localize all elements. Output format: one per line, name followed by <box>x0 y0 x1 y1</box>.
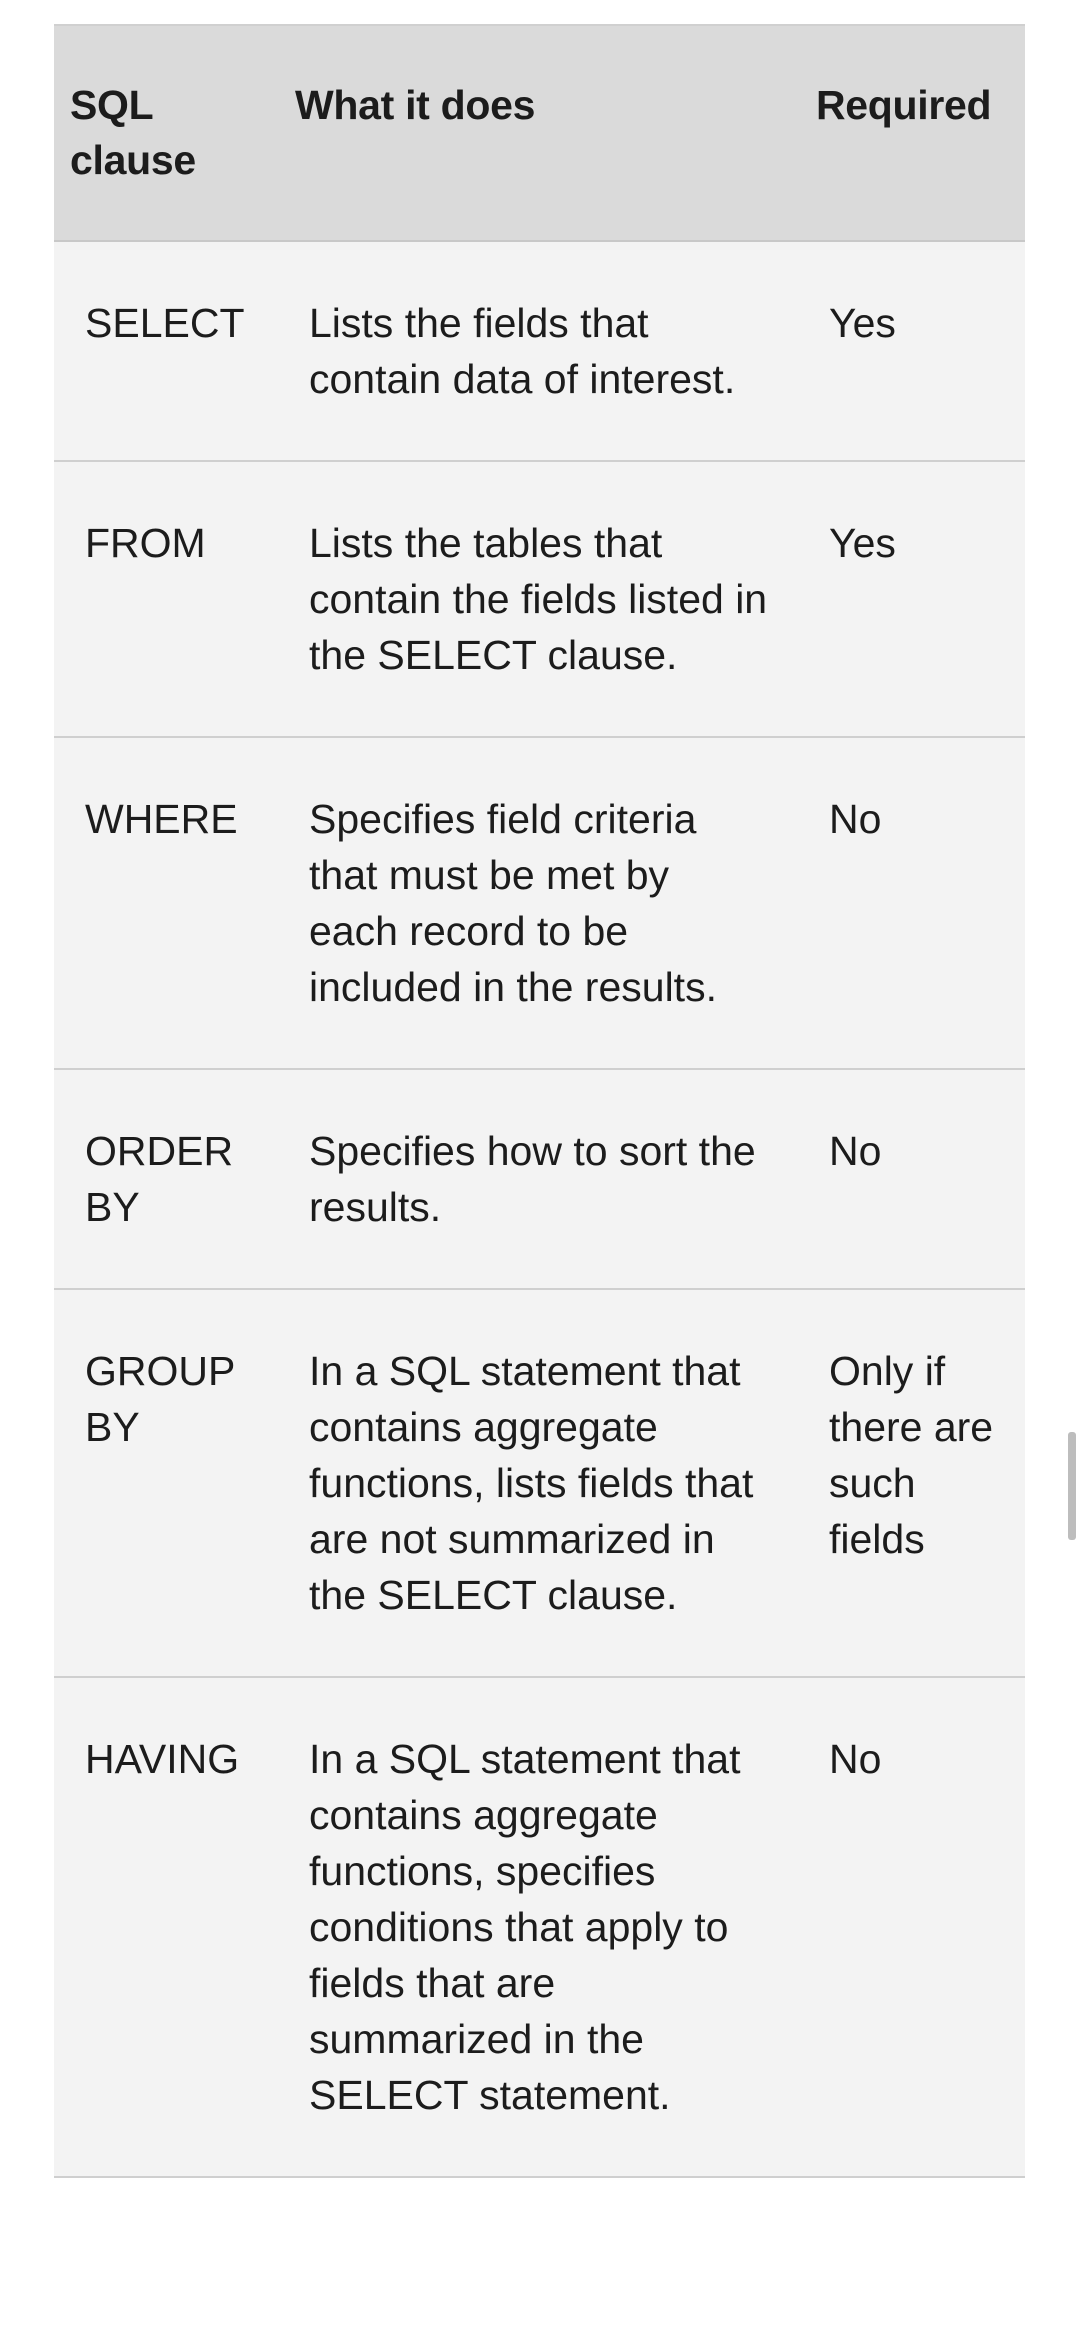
cell-description: Lists the fields that contain data of in… <box>279 241 799 462</box>
table-row: SELECT Lists the fields that contain dat… <box>54 241 1025 462</box>
header-sql-clause: SQL clause <box>54 26 279 242</box>
table-body: SELECT Lists the fields that contain dat… <box>54 241 1025 2178</box>
table-row: FROM Lists the tables that contain the f… <box>54 461 1025 738</box>
cell-description: Specifies field criteria that must be me… <box>279 737 799 1070</box>
cell-description: Specifies how to sort the results. <box>279 1069 799 1290</box>
table-row: WHERE Specifies field criteria that must… <box>54 737 1025 1070</box>
table-row: HAVING In a SQL statement that contains … <box>54 1677 1025 2178</box>
cell-required: No <box>799 1069 1025 1290</box>
cell-clause: SELECT <box>54 241 279 462</box>
table-header: SQL clause What it does Required <box>54 26 1025 242</box>
sql-clause-table-container: SQL clause What it does Required SELECT … <box>54 24 1025 2178</box>
cell-clause: FROM <box>54 461 279 738</box>
cell-clause: HAVING <box>54 1677 279 2178</box>
cell-clause: GROUP BY <box>54 1289 279 1678</box>
table-row: GROUP BY In a SQL statement that contain… <box>54 1289 1025 1678</box>
header-required: Required <box>799 26 1025 242</box>
cell-required: Yes <box>799 461 1025 738</box>
cell-clause: WHERE <box>54 737 279 1070</box>
header-what-it-does: What it does <box>279 26 799 242</box>
cell-required: No <box>799 737 1025 1070</box>
horizontal-scroll-indicator[interactable] <box>1068 1432 1076 1540</box>
cell-required: Only if there are such fields <box>799 1289 1025 1678</box>
table-row: ORDER BY Specifies how to sort the resul… <box>54 1069 1025 1290</box>
cell-required: Yes <box>799 241 1025 462</box>
header-row: SQL clause What it does Required <box>54 26 1025 242</box>
cell-clause: ORDER BY <box>54 1069 279 1290</box>
sql-clause-table: SQL clause What it does Required SELECT … <box>54 26 1025 2178</box>
cell-required: No <box>799 1677 1025 2178</box>
cell-description: Lists the tables that contain the fields… <box>279 461 799 738</box>
cell-description: In a SQL statement that contains aggrega… <box>279 1289 799 1678</box>
cell-description: In a SQL statement that contains aggrega… <box>279 1677 799 2178</box>
